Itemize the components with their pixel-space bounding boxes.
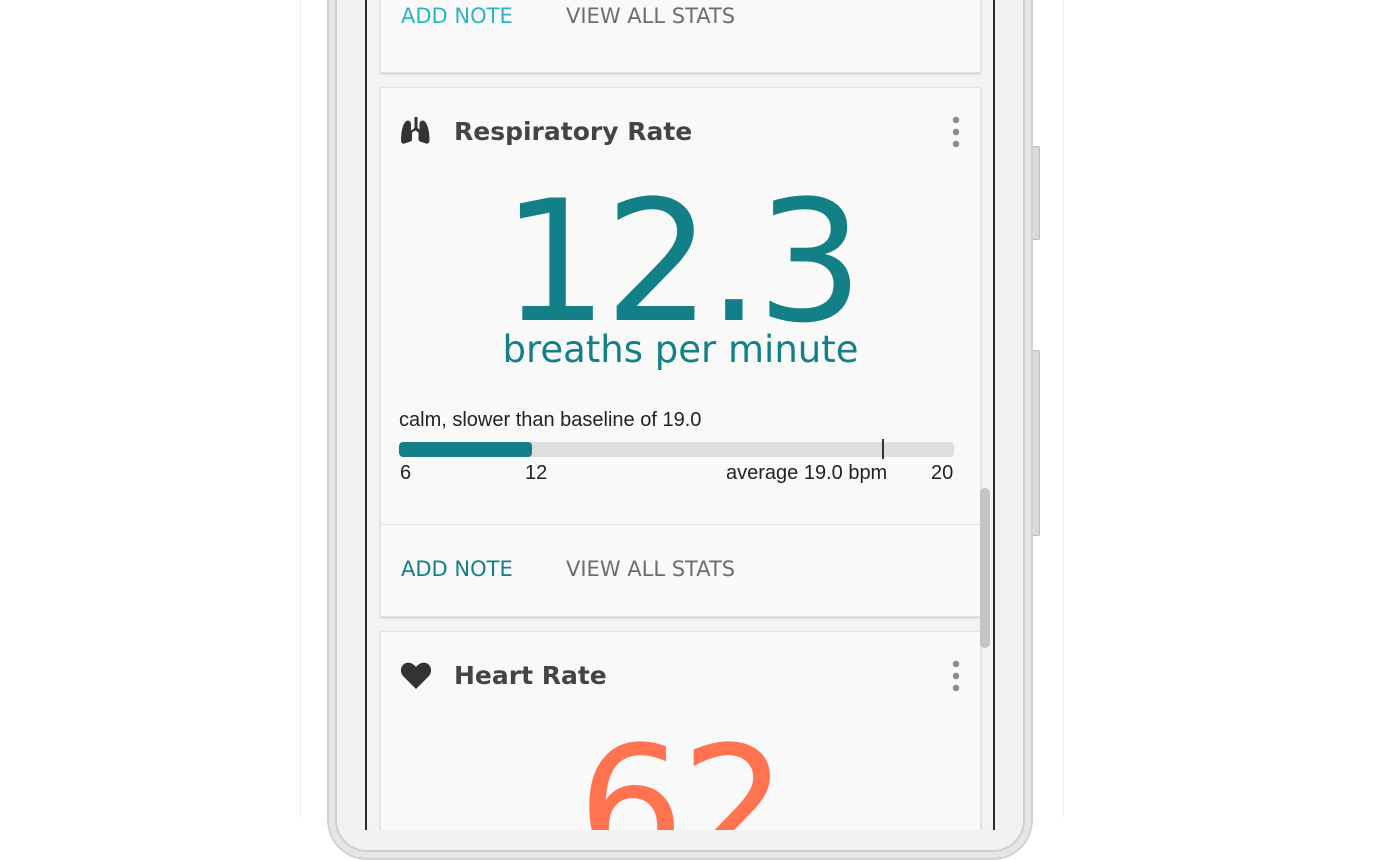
more-options-icon[interactable] bbox=[946, 115, 966, 149]
more-options-icon[interactable] bbox=[946, 659, 966, 693]
previous-card: ADD NOTE VIEW ALL STATS bbox=[380, 0, 981, 73]
respiratory-rate-title: Respiratory Rate bbox=[454, 117, 693, 146]
respiratory-rate-value: 12.3 bbox=[501, 164, 863, 360]
respiratory-rate-card: Respiratory Rate 12.3 breaths per minute… bbox=[380, 87, 981, 617]
heart-rate-title: Heart Rate bbox=[454, 661, 607, 690]
heart-rate-card: Heart Rate 62 bbox=[380, 631, 981, 830]
add-note-button[interactable]: ADD NOTE bbox=[401, 557, 513, 581]
view-all-stats-button[interactable]: VIEW ALL STATS bbox=[566, 557, 735, 581]
respiratory-range-fill bbox=[399, 442, 533, 457]
heart-icon bbox=[400, 662, 432, 689]
add-note-button[interactable]: ADD NOTE bbox=[401, 4, 513, 28]
scrollbar[interactable] bbox=[980, 488, 990, 648]
range-average-label: average 19.0 bpm bbox=[726, 462, 888, 484]
range-max-label: 20 bbox=[931, 462, 954, 484]
respiratory-rate-unit: breaths per minute bbox=[502, 328, 859, 371]
respiratory-range-bar bbox=[399, 442, 954, 457]
respiratory-status-text: calm, slower than baseline of 19.0 bbox=[399, 409, 702, 431]
view-all-stats-button[interactable]: VIEW ALL STATS bbox=[566, 4, 735, 28]
range-min-label: 6 bbox=[400, 462, 412, 484]
heart-rate-value: 62 bbox=[577, 710, 788, 830]
phone-screen: ADD NOTE VIEW ALL STATS Respiratory Rate… bbox=[365, 0, 995, 830]
previous-card-actions: ADD NOTE VIEW ALL STATS bbox=[381, 0, 980, 64]
average-marker bbox=[881, 439, 884, 459]
lungs-icon bbox=[401, 117, 430, 144]
respiratory-card-actions: ADD NOTE VIEW ALL STATS bbox=[381, 524, 980, 618]
range-current-label: 12 bbox=[525, 462, 548, 484]
